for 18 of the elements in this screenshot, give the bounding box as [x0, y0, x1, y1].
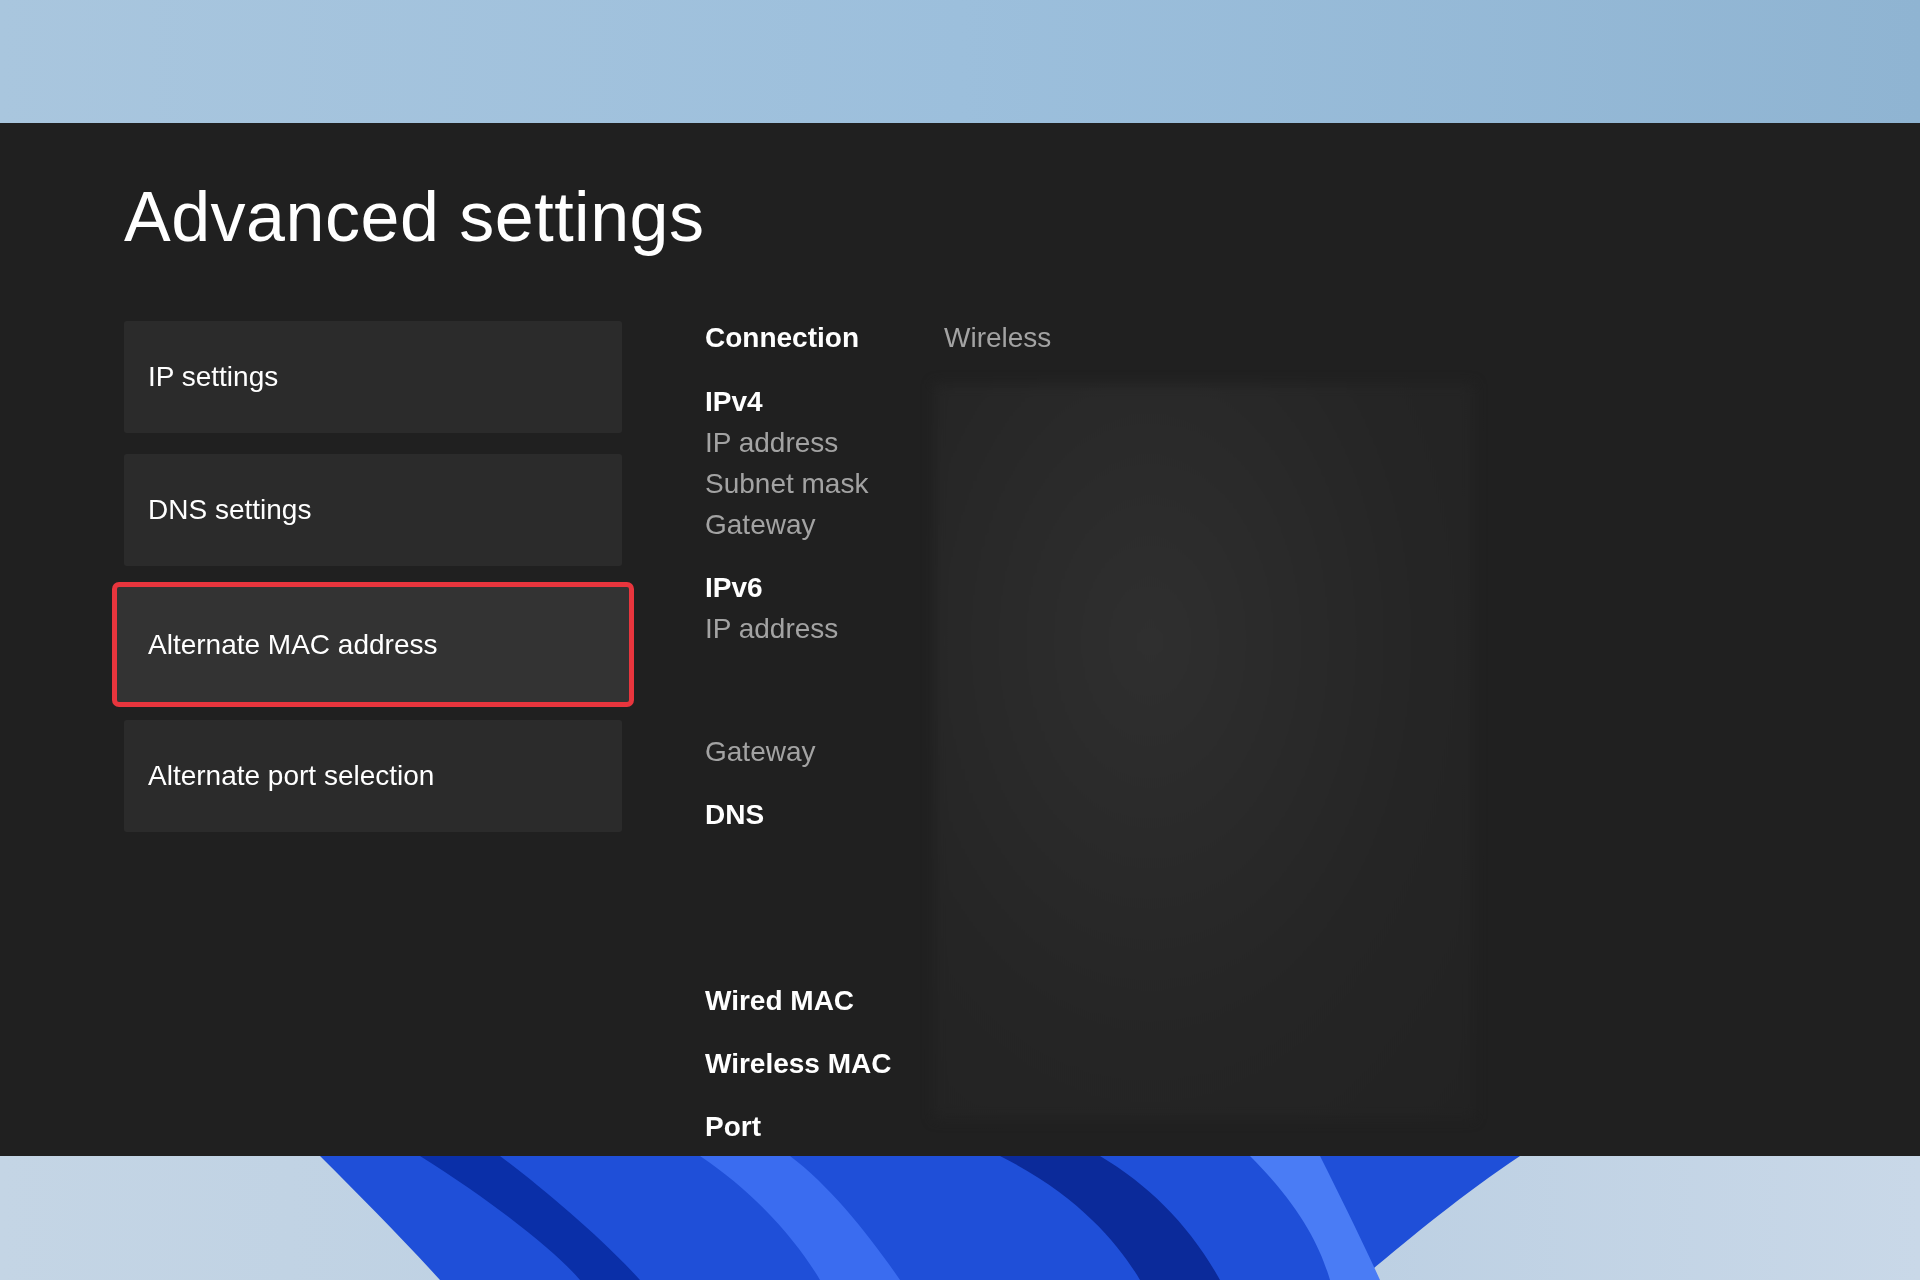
- detail-label: IP address: [705, 426, 840, 460]
- detail-label: IP address: [705, 612, 840, 646]
- detail-value: Wireless: [944, 321, 1052, 355]
- detail-label: Gateway: [705, 508, 817, 542]
- detail-heading: DNS: [705, 798, 766, 832]
- menu-item[interactable]: DNS settings: [124, 454, 622, 566]
- detail-heading: Connection: [705, 321, 860, 355]
- detail-label: Subnet mask: [705, 467, 870, 501]
- page-title: Advanced settings: [124, 177, 706, 258]
- menu-item[interactable]: IP settings: [124, 321, 622, 433]
- detail-heading: Wired MAC: [705, 984, 856, 1018]
- menu-item[interactable]: Alternate MAC address: [112, 582, 634, 707]
- detail-label: Gateway: [705, 735, 817, 769]
- detail-heading: IPv6: [705, 571, 764, 605]
- detail-heading: Wireless MAC: [705, 1047, 893, 1081]
- detail-heading: IPv4: [705, 385, 764, 419]
- detail-heading: Port: [705, 1110, 762, 1144]
- menu-item[interactable]: Alternate port selection: [124, 720, 622, 832]
